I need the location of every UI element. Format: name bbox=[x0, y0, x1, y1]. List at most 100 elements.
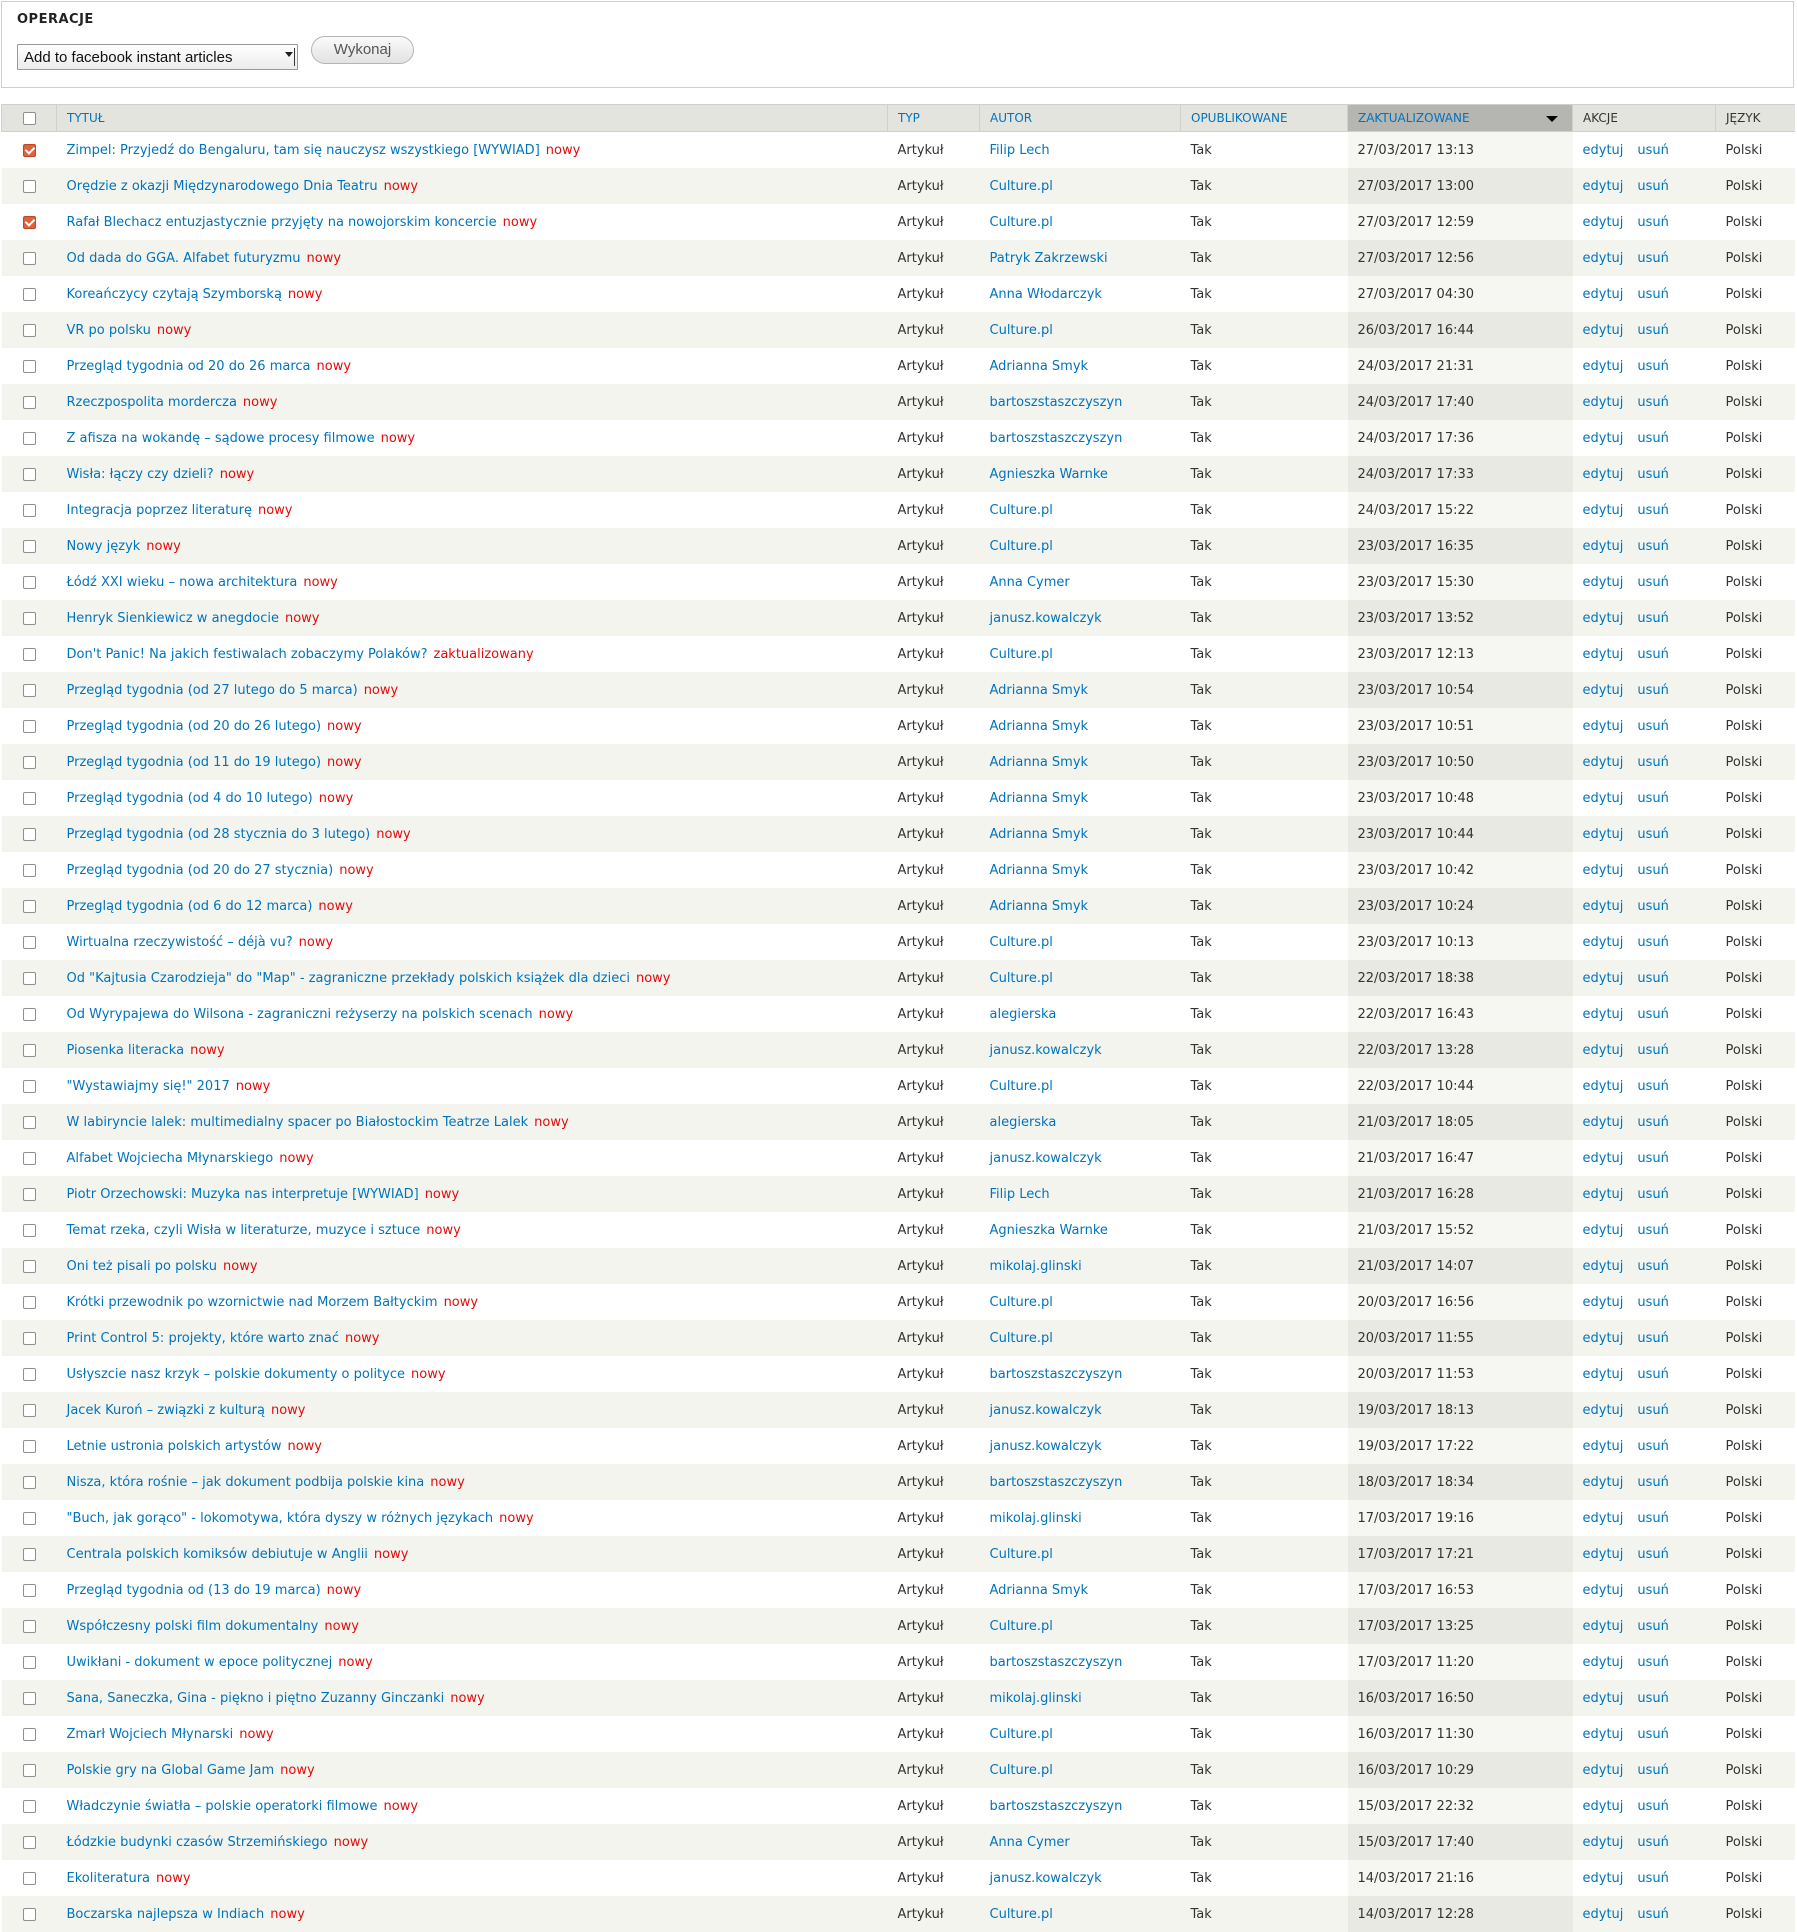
author-link[interactable]: Agnieszka Warnke bbox=[990, 1223, 1108, 1238]
edit-link[interactable]: edytuj bbox=[1583, 215, 1624, 230]
edit-link[interactable]: edytuj bbox=[1583, 1619, 1624, 1634]
article-title-link[interactable]: Piotr Orzechowski: Muzyka nas interpretu… bbox=[67, 1187, 419, 1202]
author-link[interactable]: bartoszstaszczyszyn bbox=[990, 395, 1123, 410]
edit-link[interactable]: edytuj bbox=[1583, 611, 1624, 626]
author-link[interactable]: Adrianna Smyk bbox=[990, 899, 1089, 914]
bulk-action-select[interactable]: Add to facebook instant articles bbox=[17, 44, 298, 70]
delete-link[interactable]: usuń bbox=[1637, 899, 1669, 914]
article-title-link[interactable]: Przegląd tygodnia (od 28 stycznia do 3 l… bbox=[67, 827, 371, 842]
edit-link[interactable]: edytuj bbox=[1583, 755, 1624, 770]
delete-link[interactable]: usuń bbox=[1637, 1115, 1669, 1130]
row-checkbox[interactable] bbox=[22, 1079, 36, 1093]
article-title-link[interactable]: Od Wyrypajewa do Wilsona - zagraniczni r… bbox=[67, 1007, 533, 1022]
edit-link[interactable]: edytuj bbox=[1583, 863, 1624, 878]
edit-link[interactable]: edytuj bbox=[1583, 1115, 1624, 1130]
delete-link[interactable]: usuń bbox=[1637, 1331, 1669, 1346]
article-title-link[interactable]: Przegląd tygodnia od 20 do 26 marca bbox=[67, 359, 311, 374]
row-checkbox[interactable] bbox=[22, 1007, 36, 1021]
delete-link[interactable]: usuń bbox=[1637, 467, 1669, 482]
article-title-link[interactable]: Wirtualna rzeczywistość – déjà vu? bbox=[67, 935, 293, 950]
author-link[interactable]: Filip Lech bbox=[990, 1187, 1050, 1202]
edit-link[interactable]: edytuj bbox=[1583, 467, 1624, 482]
author-link[interactable]: Culture.pl bbox=[990, 935, 1053, 950]
article-title-link[interactable]: Przegląd tygodnia od (13 do 19 marca) bbox=[67, 1583, 321, 1598]
author-link[interactable]: Culture.pl bbox=[990, 539, 1053, 554]
delete-link[interactable]: usuń bbox=[1637, 683, 1669, 698]
article-title-link[interactable]: Przegląd tygodnia (od 6 do 12 marca) bbox=[67, 899, 313, 914]
author-link[interactable]: Culture.pl bbox=[990, 179, 1053, 194]
delete-link[interactable]: usuń bbox=[1637, 1511, 1669, 1526]
edit-link[interactable]: edytuj bbox=[1583, 647, 1624, 662]
delete-link[interactable]: usuń bbox=[1637, 719, 1669, 734]
row-checkbox[interactable] bbox=[22, 215, 36, 229]
delete-link[interactable]: usuń bbox=[1637, 1151, 1669, 1166]
column-header-updated[interactable]: ZAKTUALIZOWANE bbox=[1347, 104, 1573, 132]
row-checkbox[interactable] bbox=[22, 1439, 36, 1453]
row-checkbox[interactable] bbox=[22, 287, 36, 301]
edit-link[interactable]: edytuj bbox=[1583, 1907, 1624, 1922]
author-link[interactable]: janusz.kowalczyk bbox=[990, 1871, 1102, 1886]
article-title-link[interactable]: Usłyszcie nasz krzyk – polskie dokumenty… bbox=[67, 1367, 406, 1382]
author-link[interactable]: bartoszstaszczyszyn bbox=[990, 1799, 1123, 1814]
author-link[interactable]: Patryk Zakrzewski bbox=[990, 251, 1108, 266]
row-checkbox[interactable] bbox=[22, 1331, 36, 1345]
author-link[interactable]: Adrianna Smyk bbox=[990, 1583, 1089, 1598]
author-link[interactable]: bartoszstaszczyszyn bbox=[990, 1367, 1123, 1382]
row-checkbox[interactable] bbox=[22, 1619, 36, 1633]
article-title-link[interactable]: Print Control 5: projekty, które warto z… bbox=[67, 1331, 339, 1346]
edit-link[interactable]: edytuj bbox=[1583, 1295, 1624, 1310]
edit-link[interactable]: edytuj bbox=[1583, 1403, 1624, 1418]
row-checkbox[interactable] bbox=[22, 1259, 36, 1273]
article-title-link[interactable]: Nisza, która rośnie – jak dokument podbi… bbox=[67, 1475, 425, 1490]
row-checkbox[interactable] bbox=[22, 827, 36, 841]
row-checkbox[interactable] bbox=[22, 1511, 36, 1525]
author-link[interactable]: Anna Cymer bbox=[990, 575, 1070, 590]
row-checkbox[interactable] bbox=[22, 1223, 36, 1237]
article-title-link[interactable]: Krótki przewodnik po wzornictwie nad Mor… bbox=[67, 1295, 438, 1310]
author-link[interactable]: mikolaj.glinski bbox=[990, 1259, 1082, 1274]
edit-link[interactable]: edytuj bbox=[1583, 1187, 1624, 1202]
edit-link[interactable]: edytuj bbox=[1583, 1475, 1624, 1490]
author-link[interactable]: mikolaj.glinski bbox=[990, 1511, 1082, 1526]
delete-link[interactable]: usuń bbox=[1637, 1403, 1669, 1418]
author-link[interactable]: Adrianna Smyk bbox=[990, 359, 1089, 374]
edit-link[interactable]: edytuj bbox=[1583, 575, 1624, 590]
delete-link[interactable]: usuń bbox=[1637, 539, 1669, 554]
author-link[interactable]: Anna Włodarczyk bbox=[990, 287, 1102, 302]
row-checkbox[interactable] bbox=[22, 431, 36, 445]
article-title-link[interactable]: Integracja poprzez literaturę bbox=[67, 503, 252, 518]
author-link[interactable]: janusz.kowalczyk bbox=[990, 1151, 1102, 1166]
delete-link[interactable]: usuń bbox=[1637, 1835, 1669, 1850]
article-title-link[interactable]: Z afisza na wokandę – sądowe procesy fil… bbox=[67, 431, 375, 446]
edit-link[interactable]: edytuj bbox=[1583, 719, 1624, 734]
row-checkbox[interactable] bbox=[22, 1367, 36, 1381]
article-title-link[interactable]: Polskie gry na Global Game Jam bbox=[67, 1763, 275, 1778]
edit-link[interactable]: edytuj bbox=[1583, 539, 1624, 554]
edit-link[interactable]: edytuj bbox=[1583, 1079, 1624, 1094]
row-checkbox[interactable] bbox=[22, 683, 36, 697]
author-link[interactable]: janusz.kowalczyk bbox=[990, 1439, 1102, 1454]
author-link[interactable]: Culture.pl bbox=[990, 1763, 1053, 1778]
edit-link[interactable]: edytuj bbox=[1583, 935, 1624, 950]
article-title-link[interactable]: Piosenka literacka bbox=[67, 1043, 185, 1058]
edit-link[interactable]: edytuj bbox=[1583, 1223, 1624, 1238]
edit-link[interactable]: edytuj bbox=[1583, 971, 1624, 986]
row-checkbox[interactable] bbox=[22, 611, 36, 625]
row-checkbox[interactable] bbox=[22, 251, 36, 265]
row-checkbox[interactable] bbox=[22, 323, 36, 337]
article-title-link[interactable]: Letnie ustronia polskich artystów bbox=[67, 1439, 282, 1454]
delete-link[interactable]: usuń bbox=[1637, 1295, 1669, 1310]
author-link[interactable]: Adrianna Smyk bbox=[990, 827, 1089, 842]
row-checkbox[interactable] bbox=[22, 935, 36, 949]
article-title-link[interactable]: Rafał Blechacz entuzjastycznie przyjęty … bbox=[67, 215, 497, 230]
delete-link[interactable]: usuń bbox=[1637, 179, 1669, 194]
delete-link[interactable]: usuń bbox=[1637, 863, 1669, 878]
delete-link[interactable]: usuń bbox=[1637, 1079, 1669, 1094]
author-link[interactable]: Culture.pl bbox=[990, 1727, 1053, 1742]
author-link[interactable]: alegierska bbox=[990, 1115, 1057, 1130]
edit-link[interactable]: edytuj bbox=[1583, 1727, 1624, 1742]
delete-link[interactable]: usuń bbox=[1637, 1043, 1669, 1058]
article-title-link[interactable]: W labiryncie lalek: multimedialny spacer… bbox=[67, 1115, 529, 1130]
delete-link[interactable]: usuń bbox=[1637, 1763, 1669, 1778]
delete-link[interactable]: usuń bbox=[1637, 1007, 1669, 1022]
